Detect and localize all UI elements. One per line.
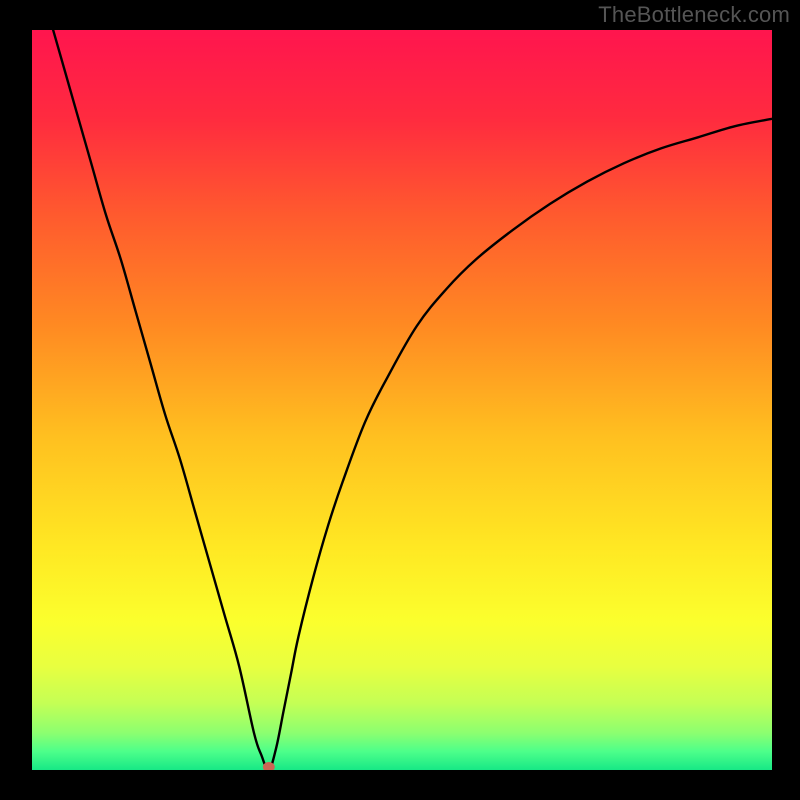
plot-svg — [32, 30, 772, 770]
chart-frame: TheBottleneck.com — [0, 0, 800, 800]
plot-area — [32, 30, 772, 770]
gradient-background — [32, 30, 772, 770]
watermark-text: TheBottleneck.com — [598, 2, 790, 28]
